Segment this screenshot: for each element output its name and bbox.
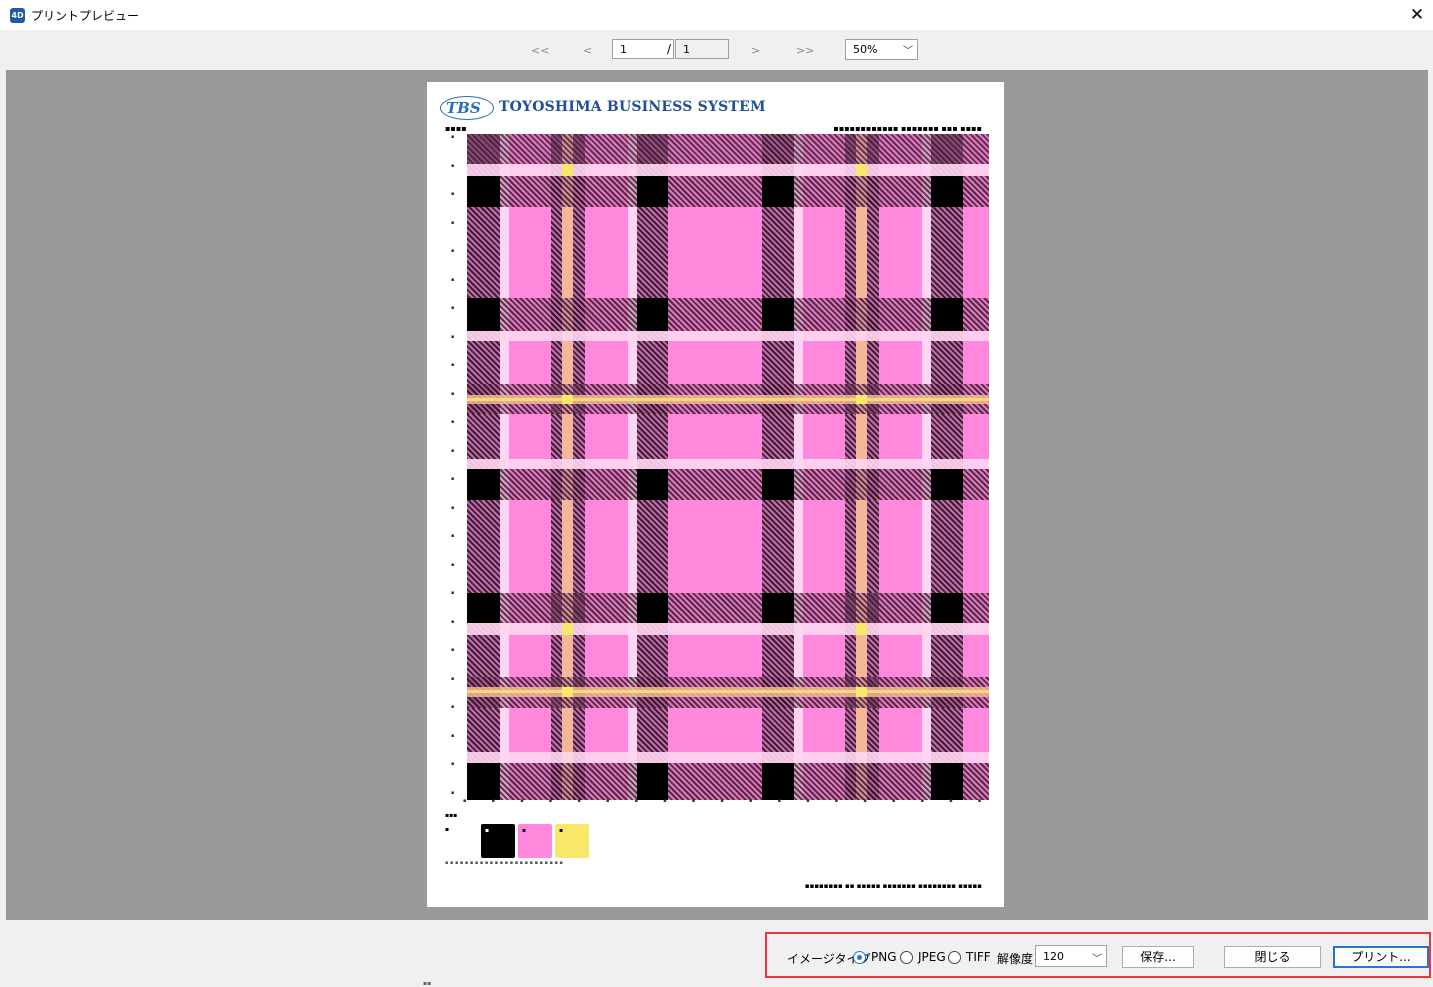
document-header-right: ▪▪▪▪▪▪▪▪▪▪▪▪ ▪▪▪▪▪▪▪ ▪▪▪ ▪▪▪▪	[833, 124, 982, 133]
swatch-pink: ▪	[518, 824, 552, 858]
company-name: TOYOSHIMA BUSINESS SYSTEM	[499, 99, 766, 115]
bottom-toolbar: イメージタイプ PNG JPEG TIFF 解像度 120 ﹀ 保存... 閉じ…	[0, 920, 1433, 980]
swatch-yellow: ▪	[555, 824, 589, 858]
y-tick-mark: ▪	[451, 162, 455, 169]
navigation-toolbar: << < 1 / 1 > >> 50% ﹀	[0, 30, 1433, 70]
next-page-button[interactable]: >	[751, 44, 760, 57]
previous-page-button[interactable]: <	[583, 44, 592, 57]
title-bar: 4D プリントプレビュー ✕	[0, 0, 1433, 30]
jpeg-radio[interactable]	[900, 951, 913, 964]
y-tick-mark: ▪	[451, 618, 455, 625]
y-axis-ticks: ▪ ▪ ▪ ▪ ▪ ▪ ▪ ▪ ▪ ▪ ▪ ▪ ▪ ▪ ▪ ▪ ▪ ▪ ▪ ▪ ▪ ▪ ▪ ▪	[451, 134, 465, 800]
jpeg-label[interactable]: JPEG	[918, 950, 946, 964]
x-tick-mark: ▪	[949, 798, 953, 804]
y-tick-mark: ▪	[451, 134, 455, 140]
y-tick-mark: ▪	[451, 647, 455, 653]
png-label[interactable]: PNG	[871, 950, 897, 964]
x-tick-mark: ▪	[777, 798, 781, 804]
x-tick-mark: ▪	[920, 798, 924, 804]
legend-title: ▪▪▪	[445, 812, 458, 819]
x-tick-mark: ▪	[463, 798, 467, 804]
x-tick-mark: ▪	[634, 798, 638, 804]
tiff-radio[interactable]	[948, 951, 961, 964]
x-tick-mark: ▪	[691, 798, 696, 804]
total-pages-field: 1	[675, 39, 729, 59]
x-tick-mark: ▪	[663, 798, 667, 804]
y-tick-mark: ▪	[451, 704, 455, 710]
x-tick-mark: ▪	[520, 798, 524, 804]
swatch-black: ▪	[481, 824, 515, 858]
print-button[interactable]: プリント...	[1333, 946, 1429, 968]
page-separator: /	[667, 42, 672, 56]
y-tick-mark: ▪	[451, 191, 455, 197]
y-tick-mark: ▪	[451, 419, 455, 425]
document-footer: ▪▪▪▪▪▪▪▪ ▪▪ ▪▪▪▪▪ ▪▪▪▪▪▪▪ ▪▪▪▪▪▪▪▪ ▪▪▪▪▪	[804, 882, 982, 890]
resolution-label: 解像度	[997, 952, 1034, 966]
print-preview-window: 4D プリントプレビュー ✕ << < 1 / 1 > >> 50% ﹀ TBS…	[0, 0, 1433, 987]
y-tick-mark: ▪	[451, 390, 455, 397]
y-tick-mark: ▪	[451, 761, 455, 767]
x-tick-mark: ▪	[977, 798, 982, 804]
window-title: プリントプレビュー	[31, 9, 140, 23]
y-tick-mark: ▪	[451, 362, 455, 368]
chevron-down-icon: ﹀	[903, 46, 913, 57]
y-tick-mark: ▪	[451, 219, 455, 226]
y-tick-mark: ▪	[451, 276, 455, 283]
tartan-pattern	[467, 134, 989, 800]
zoom-select[interactable]: 50% ﹀	[845, 39, 918, 60]
y-tick-mark: ▪	[451, 675, 455, 682]
app-icon: 4D	[10, 8, 25, 23]
y-tick-mark: ▪	[451, 504, 455, 511]
x-tick-mark: ▪	[863, 798, 867, 804]
y-tick-mark: ▪	[451, 447, 455, 454]
x-tick-mark: ▪	[806, 798, 810, 804]
last-page-button[interactable]: >>	[796, 44, 814, 57]
tiff-label[interactable]: TIFF	[966, 950, 991, 964]
first-page-button[interactable]: <<	[531, 44, 549, 57]
x-tick-mark: ▪	[749, 798, 753, 804]
x-axis-ticks: ▪ ▪ ▪ ▪ ▪ ▪ ▪ ▪ ▪ ▪ ▪ ▪ ▪ ▪ ▪ ▪ ▪ ▪ ▪	[463, 798, 993, 808]
y-tick-mark: ▪	[451, 333, 455, 340]
preview-page: TBS TOYOSHIMA BUSINESS SYSTEM ▪▪▪▪ ▪▪▪▪▪…	[427, 82, 1004, 907]
close-button[interactable]: 閉じる	[1224, 946, 1321, 968]
y-tick-mark: ▪	[451, 248, 455, 254]
preview-viewport[interactable]: TBS TOYOSHIMA BUSINESS SYSTEM ▪▪▪▪ ▪▪▪▪▪…	[6, 70, 1428, 987]
x-tick-mark: ▪	[577, 798, 581, 804]
x-tick-mark: ▪	[548, 798, 553, 804]
resolution-select[interactable]: 120 ﹀	[1035, 945, 1107, 967]
x-tick-mark: ▪	[892, 798, 896, 804]
close-icon[interactable]: ✕	[1405, 3, 1429, 27]
y-tick-mark: ▪	[451, 476, 455, 482]
x-tick-mark: ▪	[606, 798, 610, 804]
y-tick-mark: ▪	[451, 789, 455, 796]
save-button[interactable]: 保存...	[1122, 946, 1194, 968]
current-page-input[interactable]: 1	[612, 39, 674, 59]
resize-grip-icon: ▪▪	[423, 980, 432, 987]
x-tick-mark: ▪	[834, 798, 839, 804]
resolution-value: 120	[1043, 950, 1064, 963]
y-tick-mark: ▪	[451, 732, 455, 739]
logo-mark: TBS	[446, 99, 481, 117]
y-tick-mark: ▪	[451, 590, 455, 596]
y-tick-mark: ▪	[451, 533, 455, 539]
png-radio[interactable]	[853, 951, 866, 964]
y-tick-mark: ▪	[451, 561, 455, 568]
document-header-left: ▪▪▪▪	[445, 124, 467, 133]
zoom-value: 50%	[853, 43, 878, 56]
y-tick-mark: ▪	[451, 305, 455, 311]
legend-subtitle: ▪	[445, 826, 450, 833]
legend-caption: ▪ ▪ ▪ ▪ ▪ ▪ ▪ ▪ ▪ ▪ ▪ ▪ ▪ ▪ ▪ ▪ ▪ ▪ ▪ ▪ …	[445, 860, 563, 866]
chevron-down-icon: ﹀	[1092, 954, 1102, 965]
x-tick-mark: ▪	[491, 798, 495, 804]
x-tick-mark: ▪	[720, 798, 724, 804]
